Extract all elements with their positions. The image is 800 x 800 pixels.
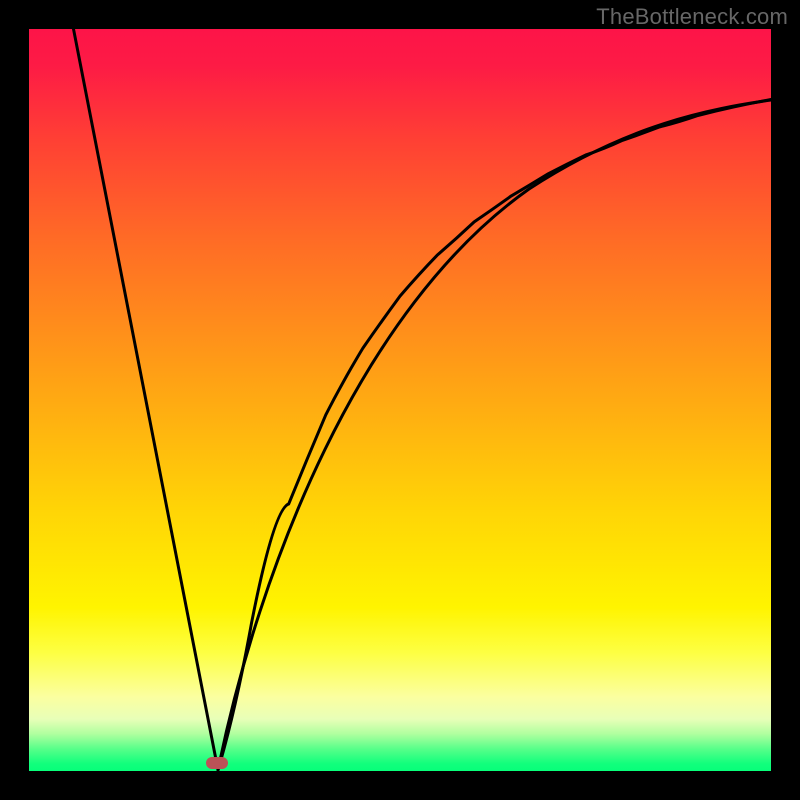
vertex-marker <box>206 757 228 769</box>
bottleneck-curve <box>29 29 771 771</box>
curve-left-branch <box>74 29 219 770</box>
plot-area <box>29 29 771 771</box>
curve-right-smooth <box>218 100 771 770</box>
chart-frame: TheBottleneck.com <box>0 0 800 800</box>
watermark-text: TheBottleneck.com <box>596 4 788 30</box>
curve-right-branch <box>218 100 771 771</box>
